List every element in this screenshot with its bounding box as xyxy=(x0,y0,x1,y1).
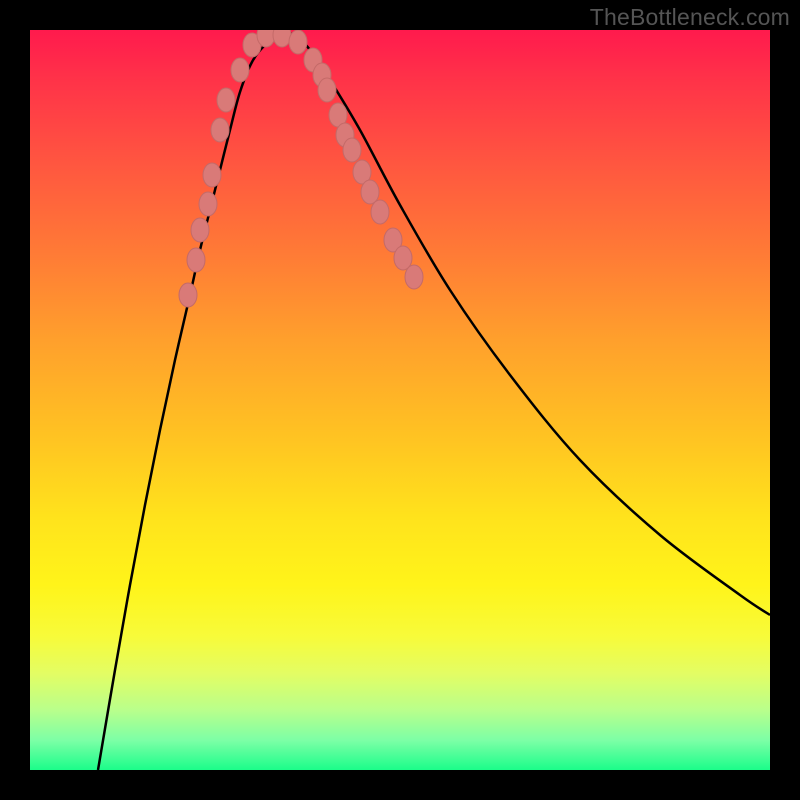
curve-marker xyxy=(199,192,217,216)
curve-marker xyxy=(405,265,423,289)
curve-marker xyxy=(371,200,389,224)
curve-marker xyxy=(361,180,379,204)
curve-marker xyxy=(179,283,197,307)
curve-marker xyxy=(343,138,361,162)
curve-markers xyxy=(179,30,423,307)
curve-marker xyxy=(187,248,205,272)
curve-marker xyxy=(217,88,235,112)
curve-marker xyxy=(231,58,249,82)
bottleneck-curve xyxy=(98,33,770,770)
curve-marker xyxy=(211,118,229,142)
plot-area xyxy=(30,30,770,770)
curve-marker xyxy=(318,78,336,102)
curve-layer xyxy=(30,30,770,770)
watermark-text: TheBottleneck.com xyxy=(590,4,790,31)
curve-marker xyxy=(273,30,291,47)
curve-marker xyxy=(203,163,221,187)
chart-frame: TheBottleneck.com xyxy=(0,0,800,800)
curve-marker xyxy=(191,218,209,242)
curve-marker xyxy=(289,30,307,54)
